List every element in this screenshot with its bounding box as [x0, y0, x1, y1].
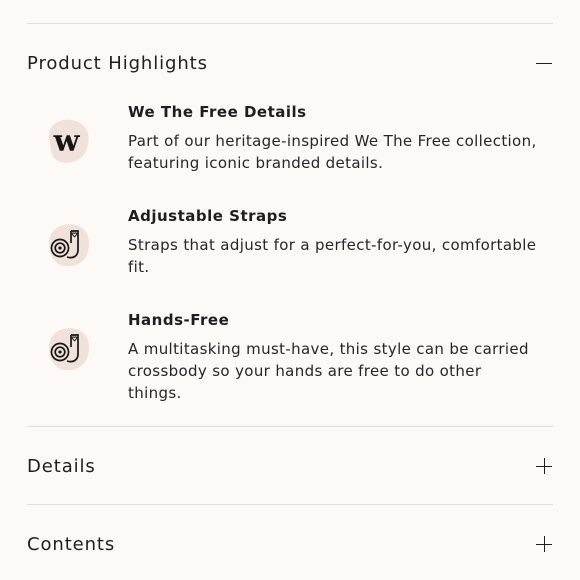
accordion-header-details[interactable]: Details — [27, 446, 553, 486]
divider-top — [27, 23, 553, 24]
section-title-details: Details — [27, 455, 96, 477]
plus-icon[interactable] — [535, 535, 553, 553]
plus-icon[interactable] — [535, 457, 553, 475]
highlight-title: Adjustable Straps — [128, 207, 288, 225]
highlight-description: A multitasking must-have, this style can… — [128, 340, 529, 402]
divider-details — [27, 426, 553, 427]
minus-icon[interactable] — [535, 54, 553, 72]
product-accordion: Product Highlights w We The Free Details… — [0, 0, 580, 580]
accordion-header-product-highlights[interactable]: Product Highlights — [27, 43, 553, 83]
highlight-description: Part of our heritage-inspired We The Fre… — [128, 132, 537, 172]
accordion-header-contents[interactable]: Contents — [27, 524, 553, 564]
we-the-free-logo-icon: w — [41, 115, 93, 167]
adjustable-strap-icon — [43, 219, 95, 271]
section-title-product-highlights: Product Highlights — [27, 52, 208, 74]
hands-free-strap-icon — [43, 323, 95, 375]
highlight-description: Straps that adjust for a perfect-for-you… — [128, 236, 537, 276]
svg-text:w: w — [53, 124, 81, 159]
divider-contents — [27, 504, 553, 505]
highlight-title: We The Free Details — [128, 103, 307, 121]
highlight-title: Hands-Free — [128, 311, 230, 329]
section-title-contents: Contents — [27, 533, 116, 555]
